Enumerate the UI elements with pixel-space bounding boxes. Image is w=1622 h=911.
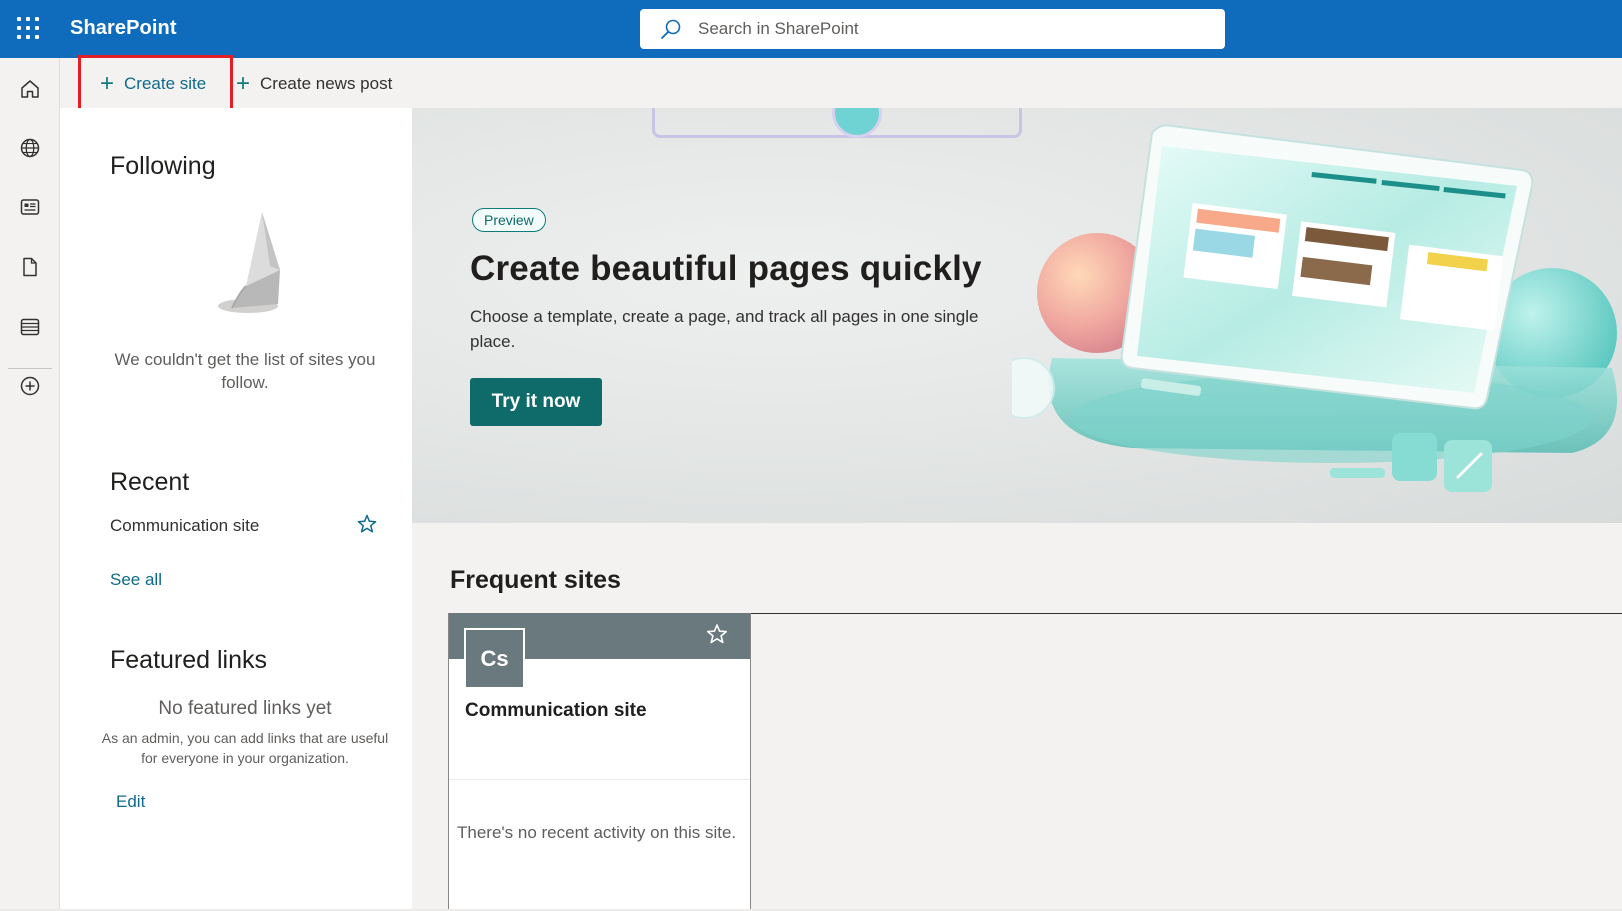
left-rail [0, 58, 60, 911]
globe-icon[interactable] [16, 134, 44, 162]
empty-state-illustration [218, 212, 280, 313]
recent-title: Recent [110, 468, 190, 496]
create-news-post-button[interactable]: + Create news post [236, 71, 392, 97]
document-icon[interactable] [16, 253, 44, 281]
hero-title: Create beautiful pages quickly [470, 249, 982, 288]
following-title: Following [110, 152, 216, 180]
featured-links-empty-subtitle: As an admin, you can add links that are … [101, 730, 389, 766]
hero-banner: Preview Create beautiful pages quickly C… [412, 108, 1622, 523]
app-name[interactable]: SharePoint [70, 17, 177, 40]
left-panel: Following We couldn't get the list of si… [60, 108, 412, 911]
site-card[interactable]: Cs Communication site There's no recent … [448, 613, 751, 911]
featured-links-title: Featured links [110, 646, 268, 674]
news-icon[interactable] [16, 193, 44, 221]
suite-bar: SharePoint Search in SharePoint [0, 0, 1622, 58]
site-activity-message: There's no recent activity on this site. [457, 823, 737, 842]
plus-icon: + [100, 70, 115, 97]
star-icon[interactable] [356, 513, 378, 535]
app-launcher-icon[interactable] [17, 17, 39, 39]
create-news-post-label: Create news post [260, 74, 393, 93]
hero-illustration [1012, 124, 1617, 492]
try-it-now-button[interactable]: Try it now [470, 378, 602, 426]
search-input[interactable]: Search in SharePoint [698, 19, 859, 39]
recent-item[interactable]: Communication site [110, 516, 259, 536]
card-divider [449, 779, 750, 780]
featured-links-empty-title: No featured links yet [158, 698, 332, 719]
search-icon [661, 19, 681, 39]
following-empty-message: We couldn't get the list of sites you fo… [114, 350, 376, 392]
site-name[interactable]: Communication site [465, 700, 647, 722]
rail-divider [8, 368, 52, 369]
site-logo: Cs [464, 628, 525, 689]
hero-description: Choose a template, create a page, and tr… [470, 307, 979, 351]
add-circle-icon[interactable] [16, 372, 44, 400]
star-icon[interactable] [705, 622, 729, 646]
preview-badge: Preview [472, 208, 546, 232]
frequent-sites-title: Frequent sites [450, 566, 621, 594]
home-icon[interactable] [16, 75, 44, 103]
command-bar: + Create site + Create news post [60, 58, 1622, 108]
see-all-link[interactable]: See all [110, 570, 162, 590]
list-icon[interactable] [16, 313, 44, 341]
create-site-button[interactable]: + Create site [100, 71, 206, 97]
create-site-label: Create site [124, 74, 207, 93]
plus-icon: + [236, 70, 251, 97]
edit-featured-links-link[interactable]: Edit [116, 792, 145, 812]
search-box[interactable]: Search in SharePoint [640, 9, 1225, 49]
